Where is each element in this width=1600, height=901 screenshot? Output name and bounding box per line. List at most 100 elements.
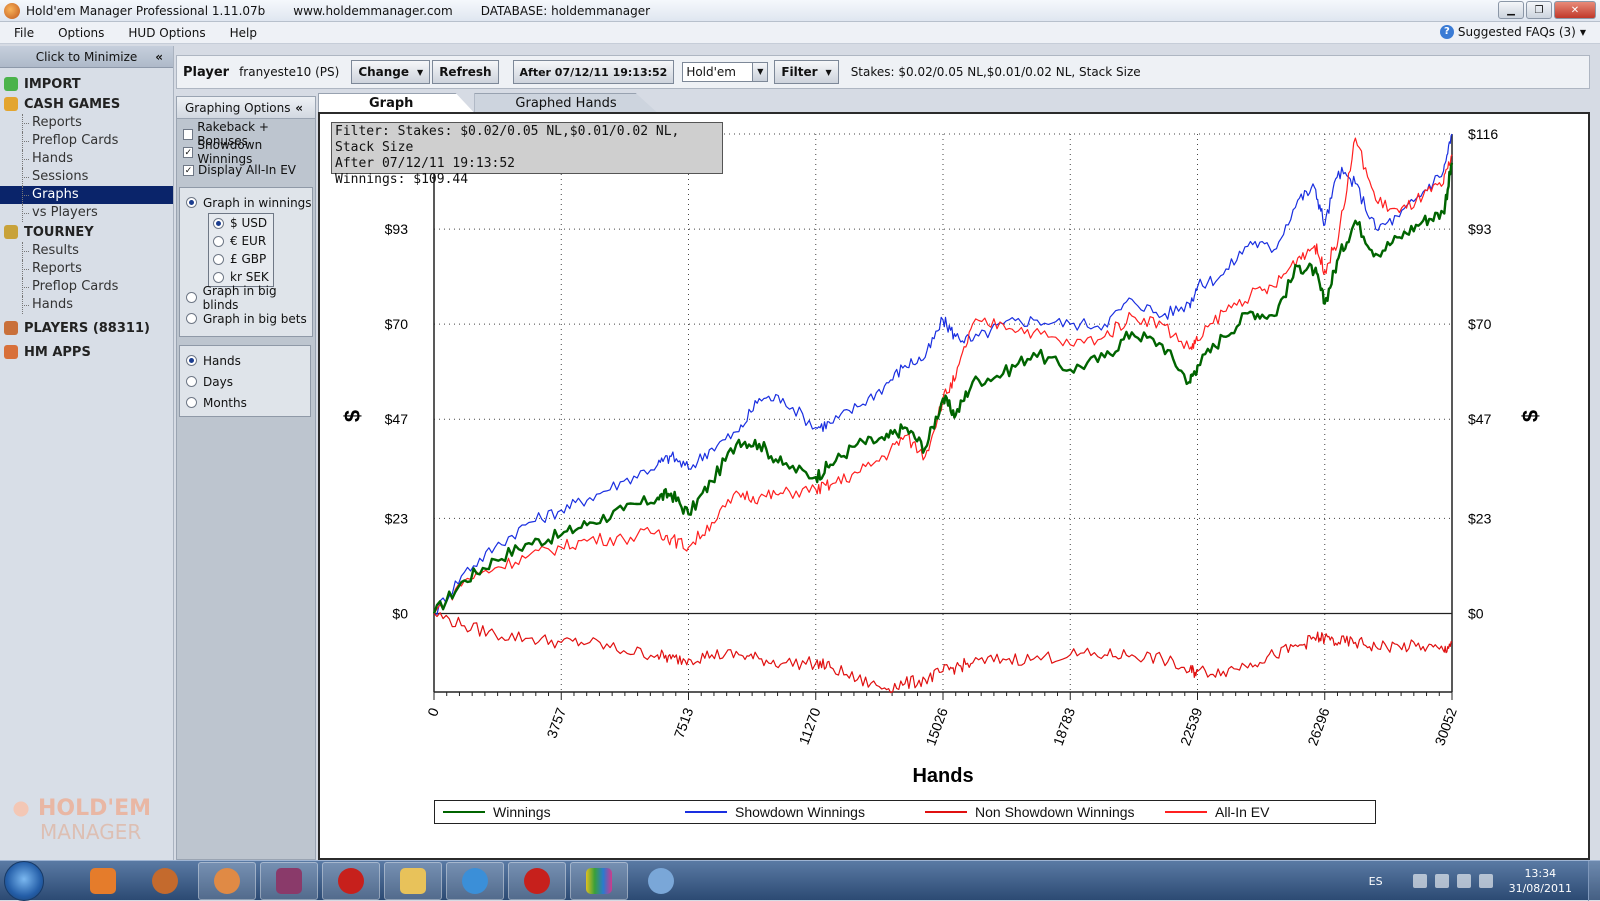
info-winnings-line: Winnings: $109.44 <box>335 172 469 187</box>
minimize-nav-button[interactable]: Click to Minimize « <box>0 46 173 68</box>
refresh-button[interactable]: Refresh <box>432 60 499 84</box>
graph-in-big-bets-radio[interactable]: Graph in big bets <box>180 308 312 329</box>
minimize-window-icon[interactable]: ▁ <box>1498 1 1524 19</box>
player-toolbar: Player franyeste10 (PS) Change ▼ Refresh … <box>176 55 1590 89</box>
nav-tourney[interactable]: TOURNEY <box>0 222 173 242</box>
filter-button[interactable]: Filter ▼ <box>774 60 839 84</box>
taskbar-winrar[interactable] <box>260 861 318 900</box>
x-days-radio[interactable]: Days <box>180 371 310 392</box>
graph-tabs: Graph Graphed Hands <box>318 93 658 113</box>
allin-ev-checkbox[interactable]: ✓ Display All-In EV <box>181 161 313 179</box>
action-center-icon[interactable] <box>1412 874 1427 888</box>
system-tray: ES 13:34 31/08/2011 <box>1369 861 1600 901</box>
game-type-select[interactable]: Hold'em ▼ <box>682 62 769 82</box>
nav-players[interactable]: PLAYERS (88311) <box>0 318 173 338</box>
tab-graphed-hands[interactable]: Graphed Hands <box>474 93 658 113</box>
graph-in-big-blinds-label: Graph in big blinds <box>202 283 277 312</box>
database-label: DATABASE: holdemmanager <box>480 3 651 18</box>
faqs-label: Suggested FAQs (3) <box>1457 25 1576 39</box>
currency-gbp-radio[interactable]: £ GBP <box>209 250 273 268</box>
currency-eur-label: € EUR <box>230 234 267 248</box>
taskbar-internet-explorer[interactable] <box>446 861 504 900</box>
show-desktop-button[interactable] <box>1588 861 1600 901</box>
x-hands-radio[interactable]: Hands <box>180 350 310 371</box>
app-grid-icon <box>586 867 612 894</box>
taskbar-paint[interactable] <box>632 862 690 900</box>
nav-cash-games[interactable]: CASH GAMES <box>0 94 173 114</box>
taskbar-app-grid[interactable] <box>570 861 628 900</box>
graph-in-winnings-radio[interactable]: Graph in winnings <box>180 192 312 213</box>
change-label: Change <box>358 65 410 79</box>
nav-tourney-results[interactable]: Results <box>0 242 173 260</box>
menu-file[interactable]: File <box>0 26 44 40</box>
nav-tourney-preflop-cards[interactable]: Preflop Cards <box>0 278 173 296</box>
currency-usd-radio[interactable]: $ USD <box>209 214 273 232</box>
clock[interactable]: 13:34 31/08/2011 <box>1509 866 1572 896</box>
nav-cash-games-label: CASH GAMES <box>24 96 121 112</box>
showdown-winnings-checkbox[interactable]: ✓ Showdown Winnings <box>181 138 313 166</box>
taskbar-media-player[interactable] <box>74 862 132 900</box>
gimp-icon <box>152 867 178 894</box>
info-date-line: After 07/12/11 19:13:52 <box>335 156 516 171</box>
nav-hm-apps[interactable]: HM APPS <box>0 342 173 362</box>
clock-time: 13:34 <box>1524 867 1557 880</box>
currency-eur-radio[interactable]: € EUR <box>209 232 273 250</box>
radio-icon <box>186 376 197 387</box>
graph-in-big-blinds-radio[interactable]: Graph in big blinds <box>180 284 312 312</box>
nav-cash-vs-players[interactable]: vs Players <box>0 204 173 222</box>
radio-selected-icon <box>186 355 197 366</box>
start-button[interactable] <box>4 860 44 901</box>
device-icon[interactable] <box>1434 874 1449 888</box>
x-months-radio[interactable]: Months <box>180 392 310 413</box>
nav-cash-graphs[interactable]: Graphs <box>0 186 173 204</box>
x-tick-label: 26296 <box>1304 705 1332 747</box>
change-button[interactable]: Change ▼ <box>351 60 431 84</box>
nav-cash-reports[interactable]: Reports <box>0 114 173 132</box>
nav-cash-preflop-cards[interactable]: Preflop Cards <box>0 132 173 150</box>
maximize-window-icon[interactable]: ❐ <box>1526 1 1552 19</box>
menu-options[interactable]: Options <box>44 26 114 40</box>
pokerstars-icon <box>524 867 550 894</box>
legend-winnings: Winnings <box>435 804 671 820</box>
menu-help[interactable]: Help <box>216 26 267 40</box>
menu-bar: File Options HUD Options Help ? Suggeste… <box>0 22 1600 44</box>
taskbar-pokerstars[interactable] <box>322 861 380 900</box>
double-chevron-left-icon: « <box>155 49 163 64</box>
taskbar-explorer[interactable] <box>384 861 442 900</box>
app-icon <box>4 2 20 19</box>
taskbar-gimp[interactable] <box>136 862 194 900</box>
units-options-box: Graph in winnings $ USD € EUR £ GBP kr S… <box>179 187 313 337</box>
internet-explorer-icon <box>462 867 488 894</box>
close-window-icon[interactable]: ✕ <box>1554 1 1596 19</box>
graphing-options-header[interactable]: Graphing Options « <box>177 97 315 119</box>
legend-swatch <box>443 811 485 813</box>
network-icon[interactable] <box>1456 874 1471 888</box>
x-tick-label: 7513 <box>671 705 697 740</box>
help-icon: ? <box>1439 25 1454 39</box>
nav-cash-hands[interactable]: Hands <box>0 150 173 168</box>
minimize-label: Click to Minimize <box>35 49 138 64</box>
radio-selected-icon <box>213 217 224 229</box>
nav-tourney-reports[interactable]: Reports <box>0 260 173 278</box>
tab-graph[interactable]: Graph <box>318 93 475 113</box>
legend-label: All-In EV <box>1215 804 1270 820</box>
y-tick-label-right: $47 <box>1468 411 1492 427</box>
taskbar-pokerstars-2[interactable] <box>508 861 566 900</box>
nav-cash-sessions[interactable]: Sessions <box>0 168 173 186</box>
taskbar-holdem-manager[interactable] <box>198 861 256 900</box>
radio-icon <box>186 313 197 324</box>
volume-icon[interactable] <box>1478 874 1493 888</box>
nav-tourney-hands[interactable]: Hands <box>0 296 173 314</box>
language-indicator[interactable]: ES <box>1369 875 1383 888</box>
radio-selected-icon <box>186 197 197 208</box>
radio-icon <box>213 271 224 283</box>
suggested-faqs[interactable]: ? Suggested FAQs (3) ▼ <box>1439 25 1586 39</box>
x-axis-options-box: Hands Days Months <box>179 345 311 417</box>
date-filter-button[interactable]: After 07/12/11 19:13:52 <box>512 60 675 84</box>
currency-gbp-label: £ GBP <box>230 252 267 266</box>
nav-import[interactable]: IMPORT <box>0 74 173 94</box>
graph-panel: $0$0$23$23$47$47$70$70$93$93$116$1160375… <box>318 112 1590 860</box>
left-navigation: Click to Minimize « IMPORT CASH GAMES Re… <box>0 46 174 860</box>
x-tick-label: 15026 <box>922 705 950 747</box>
menu-hud-options[interactable]: HUD Options <box>114 26 215 40</box>
